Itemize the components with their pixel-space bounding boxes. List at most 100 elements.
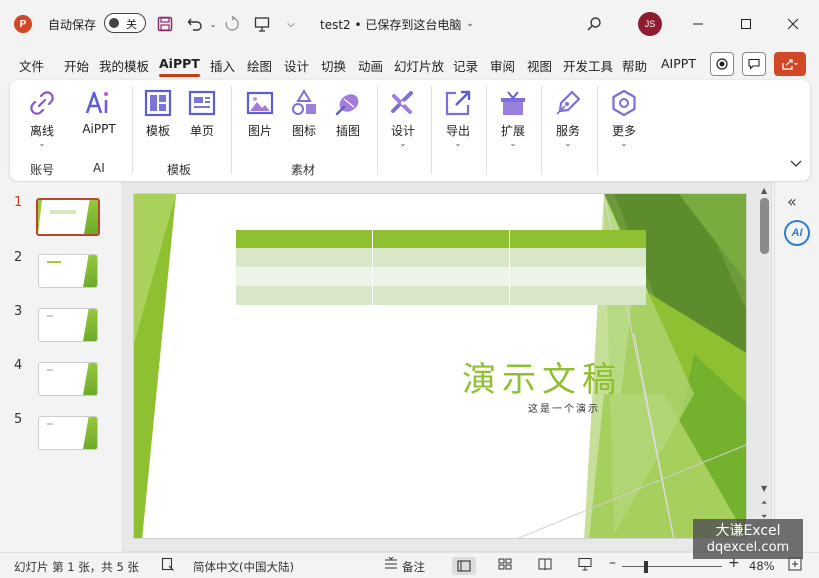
language-status[interactable]: 简体中文(中国大陆) [193,559,294,575]
export-button[interactable]: 导出 ⌄ [433,86,483,148]
avatar[interactable]: JS [638,12,662,36]
share-button[interactable] [774,52,806,76]
notes-icon[interactable] [384,556,398,575]
image-button[interactable]: 图片 [235,86,285,139]
scrollbar-thumb[interactable] [760,198,769,254]
reading-view-icon[interactable] [538,557,552,575]
single-page-button[interactable]: 单页 [177,86,227,139]
record-button[interactable] [710,52,734,76]
icon-library-label: 图标 [291,124,316,138]
tab-slideshow[interactable]: 幻灯片放 [394,56,444,75]
tab-review[interactable]: 审阅 [490,56,515,75]
accessibility-icon[interactable] [161,557,175,575]
group-separator [541,86,542,174]
tab-file[interactable]: 文件 [19,56,44,75]
aippt-button[interactable]: AiPPT [74,86,124,136]
tab-home[interactable]: 开始 [64,56,89,75]
slide-thumbnail-4[interactable] [38,362,98,396]
tab-draw[interactable]: 绘图 [247,56,272,75]
fit-to-window-icon[interactable] [788,557,802,575]
close-icon[interactable] [778,10,808,38]
design-button[interactable]: 设计 ⌄ [378,86,428,148]
undo-icon[interactable] [185,14,205,34]
powerpoint-logo-icon: P [14,15,32,33]
offline-button[interactable]: 离线 ⌄ [17,86,67,148]
slide-subtitle[interactable]: 这是一个演示 [528,400,600,415]
zoom-slider-thumb[interactable] [644,561,648,573]
current-slide[interactable]: 演示文稿 这是一个演示 [133,193,747,539]
design-label: 设计 [390,124,415,138]
scroll-down-icon[interactable]: ▼ [761,484,767,493]
comments-button[interactable] [742,52,766,76]
icon-library-button[interactable]: 图标 [279,86,329,139]
tab-help[interactable]: 帮助 [622,56,647,75]
maximize-icon[interactable] [731,10,761,38]
thumb-decoration [47,369,53,371]
more-button[interactable]: 更多 ⌄ [599,86,649,148]
tab-aippt[interactable]: AiPPT [159,56,200,77]
minimize-icon[interactable] [683,10,713,38]
illustration-button[interactable]: 插图 [323,86,373,139]
slide-thumbnails-panel: 1 2 3 4 5 [0,182,120,552]
collapse-panel-icon[interactable]: « [787,192,797,211]
tab-aippt-2[interactable]: AIPPT [661,56,696,71]
document-title[interactable]: test2 • 已保存到这台电脑 [320,16,461,33]
tab-insert[interactable]: 插入 [210,56,235,75]
zoom-slider[interactable] [622,566,722,567]
thumb-decoration [50,210,76,214]
tab-record[interactable]: 记录 [453,56,478,75]
vertical-scrollbar[interactable]: ▲ ▼ ⏶ ⏷ [758,182,772,532]
zoom-level[interactable]: 48% [749,559,775,573]
slide-title[interactable]: 演示文稿 [462,352,622,401]
autosave-toggle[interactable]: 关 [104,13,146,33]
more-icon [609,88,639,118]
ai-assistant-icon[interactable]: AI [784,220,810,246]
group-separator [431,86,432,174]
thumb-number: 3 [14,304,23,319]
illustration-label: 插图 [335,124,360,138]
image-icon [245,88,275,118]
search-icon[interactable] [584,14,604,34]
customize-toolbar-icon[interactable]: ⌵ [281,14,301,34]
slide-table[interactable] [236,230,646,306]
template-label: 模板 [145,124,170,138]
normal-view-icon[interactable] [452,557,476,575]
slideshow-icon[interactable] [578,557,592,575]
chevron-down-icon: ⌄ [509,139,517,148]
tab-my-templates[interactable]: 我的模板 [99,56,149,75]
thumb-decoration [83,363,97,395]
tab-design[interactable]: 设计 [284,56,309,75]
slide-count: 幻灯片 第 1 张，共 5 张 [14,560,139,574]
chevron-down-icon: ⌄ [454,139,462,148]
service-button[interactable]: 服务 ⌄ [543,86,593,148]
thumb-decoration [47,423,53,425]
thumb-number: 2 [14,250,23,265]
ribbon-collapse-icon[interactable] [790,160,802,171]
tab-view[interactable]: 视图 [527,56,552,75]
present-icon[interactable] [252,14,272,34]
tab-developer[interactable]: 开发工具 [563,56,613,75]
save-icon[interactable] [155,14,175,34]
scroll-up-icon[interactable]: ▲ [761,186,767,195]
extension-button[interactable]: 扩展 ⌄ [488,86,538,148]
slide-thumbnail-3[interactable] [38,308,98,342]
tab-animations[interactable]: 动画 [358,56,383,75]
slide-sorter-icon[interactable] [498,557,512,575]
slide-thumbnail-1[interactable] [36,198,100,236]
offline-label: 离线 [29,124,54,138]
previous-slide-icon[interactable]: ⏶ [761,498,767,508]
title-dropdown-icon[interactable]: ⌄ [460,14,480,34]
template-button[interactable]: 模板 [133,86,183,139]
redo-icon[interactable] [222,14,242,34]
tab-transitions[interactable]: 切换 [321,56,346,75]
thumb-decoration [38,200,42,234]
extension-label: 扩展 [500,124,525,138]
notes-button[interactable]: 备注 [402,559,425,575]
chevron-down-icon: ⌄ [399,139,407,148]
undo-dropdown-icon[interactable]: ⌄ [203,14,223,34]
slide-thumbnail-5[interactable] [38,416,98,450]
zoom-out-button[interactable]: – [609,555,616,571]
image-label: 图片 [247,124,272,138]
slide-thumbnail-2[interactable] [38,254,98,288]
thumb-number: 1 [14,195,23,210]
